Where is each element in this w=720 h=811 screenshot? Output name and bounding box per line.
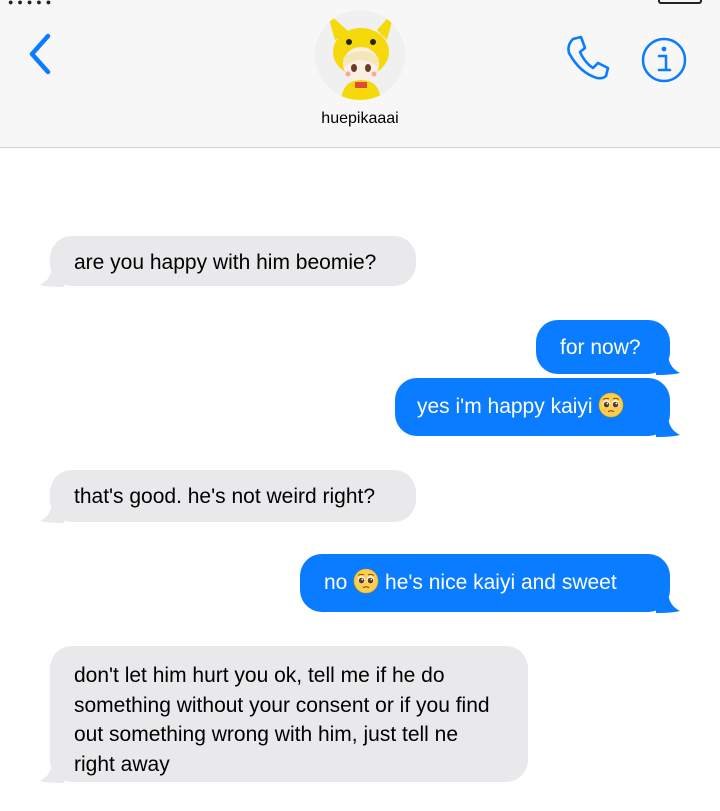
signal-strength-icon: ●●●●● (8, 0, 56, 7)
message-text-after: he's nice kaiyi and sweet (385, 571, 617, 594)
bubble-tail-icon (656, 415, 680, 437)
message-text: for now? (560, 336, 641, 359)
outgoing-message-bubble[interactable]: no he's nice kaiyi and sweet (300, 554, 680, 613)
message-text: that's good. he's not weird right? (74, 485, 376, 508)
incoming-message-bubble[interactable]: that's good. he's not weird right? (40, 470, 416, 523)
phone-icon (567, 35, 610, 80)
pleading-face-emoji-icon (353, 569, 379, 594)
conversation-header: ●●●●● huepikaaai (0, 0, 720, 148)
message-text: yes i'm happy kaiyi (417, 395, 593, 418)
incoming-message-bubble[interactable]: don't let him hurt you ok, tell me if he… (40, 646, 528, 783)
message-text: are you happy with him beomie? (74, 251, 377, 274)
bubble-tail-icon (40, 501, 64, 523)
info-icon (641, 37, 687, 83)
message-text: don't let him hurt you ok, tell me if he… (74, 664, 490, 776)
incoming-message-bubble[interactable]: are you happy with him beomie? (40, 236, 416, 287)
outgoing-message-bubble[interactable]: yes i'm happy kaiyi (395, 378, 680, 437)
pleading-face-emoji-icon (599, 393, 624, 418)
bubble-tail-icon (40, 761, 64, 783)
back-button[interactable] (22, 32, 62, 76)
status-bar: ●●●●● (0, 0, 720, 8)
outgoing-message-bubble[interactable]: for now? (536, 320, 680, 375)
call-button[interactable] (563, 33, 611, 81)
avatar[interactable] (315, 10, 405, 100)
info-button[interactable] (640, 36, 688, 84)
bubble-tail-icon (656, 591, 680, 613)
contact-name[interactable]: huepikaaai (0, 110, 720, 128)
pikachu-hood-avatar-icon (315, 10, 405, 100)
bubble-tail-icon (40, 265, 64, 287)
battery-icon (658, 0, 702, 4)
chevron-left-icon (29, 33, 51, 75)
message-text-before: no (324, 571, 348, 594)
bubble-tail-icon (656, 353, 680, 375)
